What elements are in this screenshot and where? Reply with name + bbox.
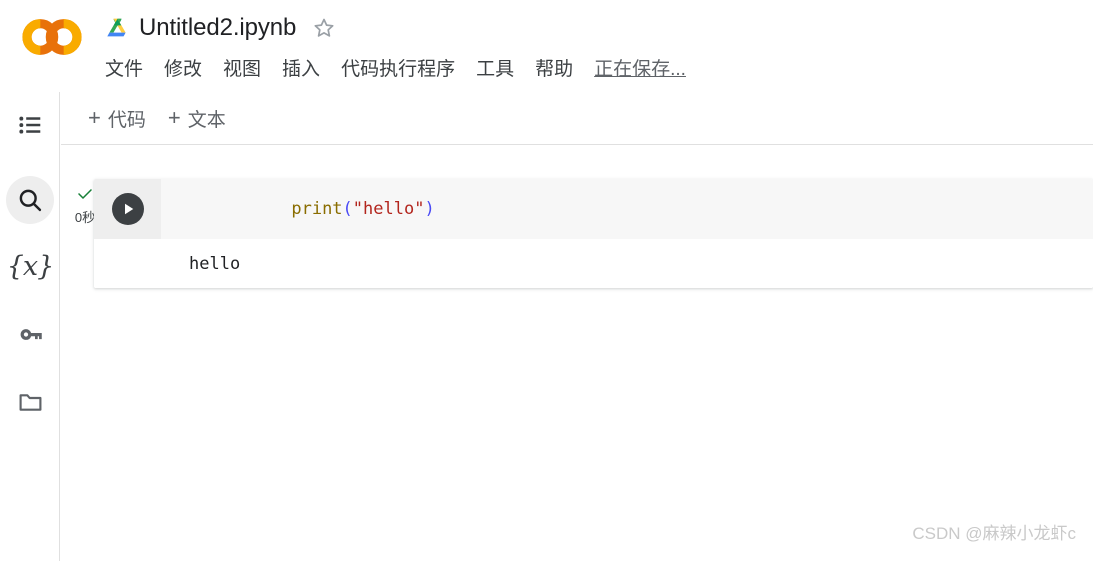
menu-insert[interactable]: 插入 <box>282 56 320 84</box>
key-icon <box>17 321 44 348</box>
sidebar-item-search[interactable] <box>6 176 54 224</box>
menu-view[interactable]: 视图 <box>223 56 261 84</box>
notebook-area: 0秒 print("hello") hello <box>61 146 1093 561</box>
run-cell-button[interactable] <box>94 179 161 239</box>
watermark: CSDN @麻辣小龙虾c <box>912 524 1076 543</box>
search-icon <box>16 186 44 214</box>
cell-output-text: hello <box>189 253 241 274</box>
folder-icon <box>17 389 44 416</box>
sidebar-item-files[interactable] <box>6 378 54 426</box>
menu-help[interactable]: 帮助 <box>535 56 573 84</box>
code-token-paren-open: ( <box>342 199 353 219</box>
star-outline-icon[interactable] <box>312 16 336 40</box>
code-token-function: print <box>291 199 343 219</box>
plus-icon: + <box>167 105 181 130</box>
left-sidebar: {x} <box>0 92 60 561</box>
menu-runtime[interactable]: 代码执行程序 <box>341 56 455 84</box>
variables-icon: {x} <box>6 250 55 282</box>
code-token-paren-close: ) <box>424 199 435 219</box>
sidebar-item-secrets[interactable] <box>6 310 54 358</box>
menu-bar: 文件 修改 视图 插入 代码执行程序 工具 帮助 正在保存... <box>105 56 686 84</box>
cell-body: print("hello") hello <box>94 179 1093 288</box>
save-status[interactable]: 正在保存... <box>594 56 686 84</box>
notebook-toolbar: + 代码 + 文本 <box>61 92 1093 145</box>
add-code-cell-label: 代码 <box>107 109 146 131</box>
code-token-string: "hello" <box>352 199 425 219</box>
add-text-cell-label: 文本 <box>187 109 226 131</box>
code-cell[interactable]: 0秒 print("hello") hello <box>61 179 1093 289</box>
app-header: Untitled2.ipynb 文件 修改 视图 插入 代码执行程序 工具 帮助… <box>0 0 1093 92</box>
cell-output-area: hello <box>94 239 1093 288</box>
google-drive-icon <box>105 17 130 40</box>
document-title-row: Untitled2.ipynb <box>105 8 336 48</box>
add-code-cell-button[interactable]: + 代码 <box>88 105 146 132</box>
cell-input-area[interactable]: print("hello") <box>94 179 1093 239</box>
menu-edit[interactable]: 修改 <box>164 56 202 84</box>
sidebar-item-toc[interactable] <box>6 100 54 148</box>
play-icon <box>111 193 144 225</box>
colab-logo[interactable] <box>17 13 87 61</box>
plus-icon: + <box>88 105 101 130</box>
code-editor-line[interactable]: print("hello") <box>161 179 435 242</box>
sidebar-item-variables[interactable]: {x} <box>6 242 55 290</box>
add-text-cell-button[interactable]: + 文本 <box>168 105 226 132</box>
page-title[interactable]: Untitled2.ipynb <box>139 12 296 44</box>
table-of-contents-icon <box>17 111 43 137</box>
menu-tools[interactable]: 工具 <box>476 56 514 84</box>
menu-file[interactable]: 文件 <box>105 56 143 84</box>
